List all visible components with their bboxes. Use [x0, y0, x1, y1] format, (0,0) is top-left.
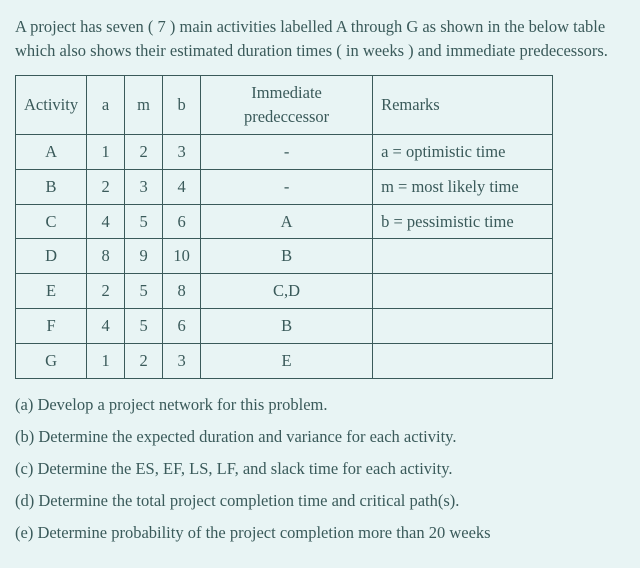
cell-remarks — [373, 274, 553, 309]
question-d: (d) Determine the total project completi… — [15, 489, 625, 513]
question-b: (b) Determine the expected duration and … — [15, 425, 625, 449]
cell-remarks — [373, 239, 553, 274]
question-c: (c) Determine the ES, EF, LS, LF, and sl… — [15, 457, 625, 481]
table-row: B 2 3 4 - m = most likely time — [16, 169, 553, 204]
cell-a: 8 — [87, 239, 125, 274]
header-m: m — [125, 75, 163, 134]
cell-b: 10 — [163, 239, 201, 274]
questions-block: (a) Develop a project network for this p… — [15, 393, 625, 545]
cell-activity: A — [16, 134, 87, 169]
header-remarks: Remarks — [373, 75, 553, 134]
table-row: E 2 5 8 C,D — [16, 274, 553, 309]
problem-statement: A project has seven ( 7 ) main activitie… — [15, 15, 625, 63]
cell-m: 5 — [125, 274, 163, 309]
activity-table: Activity a m b Immediate predeccessor Re… — [15, 75, 553, 379]
cell-remarks — [373, 344, 553, 379]
cell-m: 5 — [125, 204, 163, 239]
cell-activity: F — [16, 309, 87, 344]
cell-remarks: b = pessimistic time — [373, 204, 553, 239]
cell-activity: D — [16, 239, 87, 274]
cell-a: 4 — [87, 204, 125, 239]
cell-predecessor: B — [201, 309, 373, 344]
cell-predecessor: C,D — [201, 274, 373, 309]
cell-b: 6 — [163, 309, 201, 344]
cell-m: 3 — [125, 169, 163, 204]
cell-a: 2 — [87, 169, 125, 204]
cell-activity: E — [16, 274, 87, 309]
cell-b: 8 — [163, 274, 201, 309]
question-a: (a) Develop a project network for this p… — [15, 393, 625, 417]
table-row: A 1 2 3 - a = optimistic time — [16, 134, 553, 169]
cell-b: 3 — [163, 134, 201, 169]
cell-m: 2 — [125, 344, 163, 379]
cell-predecessor: B — [201, 239, 373, 274]
cell-m: 9 — [125, 239, 163, 274]
cell-activity: C — [16, 204, 87, 239]
cell-remarks: a = optimistic time — [373, 134, 553, 169]
cell-remarks: m = most likely time — [373, 169, 553, 204]
cell-predecessor: A — [201, 204, 373, 239]
question-e: (e) Determine probability of the project… — [15, 521, 625, 545]
cell-a: 4 — [87, 309, 125, 344]
cell-b: 4 — [163, 169, 201, 204]
table-row: G 1 2 3 E — [16, 344, 553, 379]
header-b: b — [163, 75, 201, 134]
cell-b: 3 — [163, 344, 201, 379]
cell-b: 6 — [163, 204, 201, 239]
table-row: F 4 5 6 B — [16, 309, 553, 344]
cell-predecessor: E — [201, 344, 373, 379]
cell-a: 1 — [87, 134, 125, 169]
cell-activity: G — [16, 344, 87, 379]
cell-predecessor: - — [201, 169, 373, 204]
table-row: D 8 9 10 B — [16, 239, 553, 274]
cell-m: 2 — [125, 134, 163, 169]
cell-predecessor: - — [201, 134, 373, 169]
table-header-row: Activity a m b Immediate predeccessor Re… — [16, 75, 553, 134]
header-activity: Activity — [16, 75, 87, 134]
table-row: C 4 5 6 A b = pessimistic time — [16, 204, 553, 239]
cell-remarks — [373, 309, 553, 344]
header-predecessor: Immediate predeccessor — [201, 75, 373, 134]
cell-a: 2 — [87, 274, 125, 309]
header-a: a — [87, 75, 125, 134]
cell-a: 1 — [87, 344, 125, 379]
cell-m: 5 — [125, 309, 163, 344]
cell-activity: B — [16, 169, 87, 204]
